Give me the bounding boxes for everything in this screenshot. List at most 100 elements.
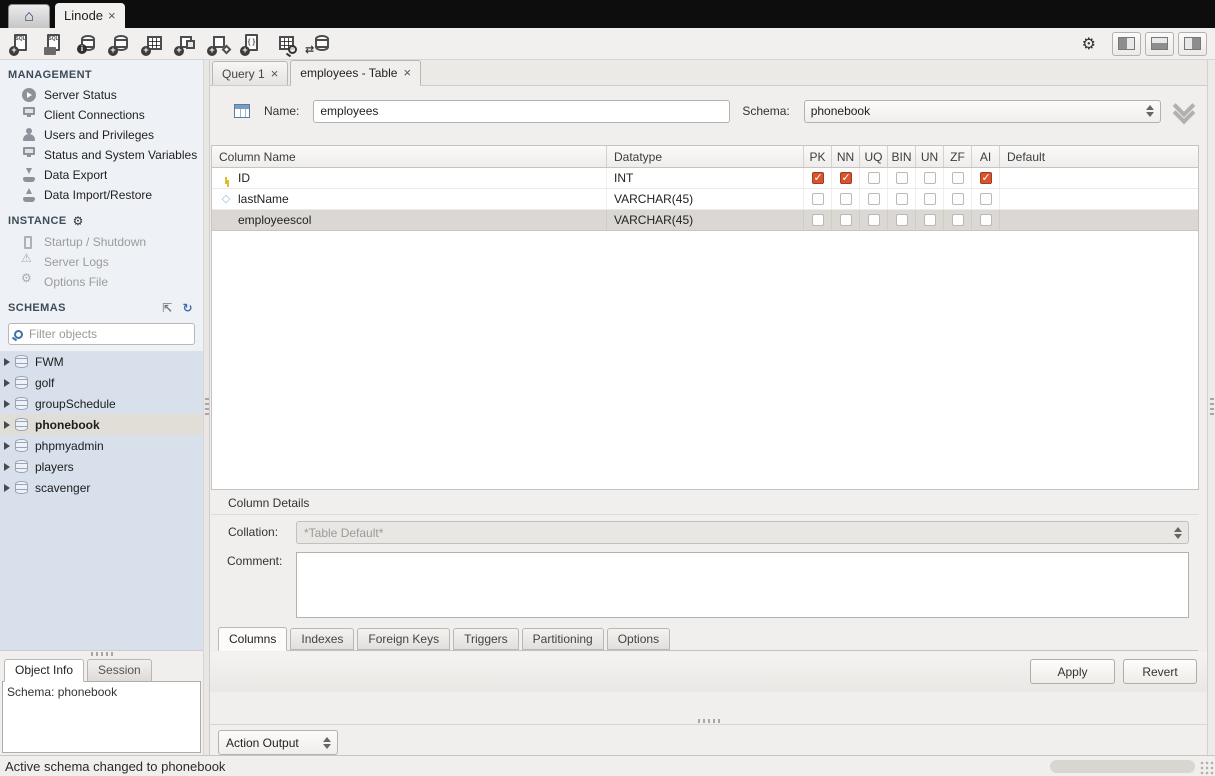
checkbox-nn[interactable] bbox=[840, 214, 852, 226]
checkbox-zf[interactable] bbox=[952, 172, 964, 184]
expander-icon[interactable] bbox=[4, 463, 10, 471]
col-header-default[interactable]: Default bbox=[1000, 146, 1198, 167]
checkbox-un[interactable] bbox=[924, 193, 936, 205]
subtab-options[interactable]: Options bbox=[607, 628, 670, 650]
schema-item-scavenger[interactable]: scavenger bbox=[0, 477, 203, 498]
horizontal-scrollbar-thumb[interactable] bbox=[1050, 760, 1195, 773]
expander-icon[interactable] bbox=[4, 379, 10, 387]
col-header-uq[interactable]: UQ bbox=[860, 146, 888, 167]
sidebar-item-options-file[interactable]: ⚙ Options File bbox=[0, 272, 203, 292]
default-cell[interactable] bbox=[1000, 189, 1198, 209]
checkbox-pk[interactable] bbox=[812, 193, 824, 205]
schema-item-players[interactable]: players bbox=[0, 456, 203, 477]
expander-icon[interactable] bbox=[4, 421, 10, 429]
sidebar-item-users-privileges[interactable]: Users and Privileges bbox=[0, 125, 203, 145]
subtab-triggers[interactable]: Triggers bbox=[453, 628, 519, 650]
column-row-id[interactable]: ID INT bbox=[212, 168, 1198, 189]
checkbox-pk[interactable] bbox=[812, 214, 824, 226]
sidebar-item-client-connections[interactable]: Client Connections bbox=[0, 105, 203, 125]
create-schema-icon[interactable] bbox=[107, 31, 133, 57]
toggle-left-panel-button[interactable] bbox=[1112, 32, 1141, 56]
col-header-bin[interactable]: BIN bbox=[888, 146, 916, 167]
col-header-zf[interactable]: ZF bbox=[944, 146, 972, 167]
tab-employees-table[interactable]: employees - Table × bbox=[290, 60, 421, 86]
checkbox-nn[interactable] bbox=[840, 172, 852, 184]
comment-textarea[interactable] bbox=[296, 552, 1189, 618]
checkbox-uq[interactable] bbox=[868, 172, 880, 184]
checkbox-bin[interactable] bbox=[896, 193, 908, 205]
schema-item-phonebook[interactable]: phonebook bbox=[0, 414, 203, 435]
open-sql-script-icon[interactable] bbox=[41, 31, 67, 57]
close-icon[interactable]: × bbox=[403, 67, 411, 79]
col-header-un[interactable]: UN bbox=[916, 146, 944, 167]
sidebar-item-data-import[interactable]: Data Import/Restore bbox=[0, 185, 203, 205]
sidebar-item-server-status[interactable]: Server Status bbox=[0, 85, 203, 105]
column-row-lastname[interactable]: ◇ lastName VARCHAR(45) bbox=[212, 189, 1198, 210]
sidebar-main-splitter[interactable] bbox=[203, 60, 210, 755]
search-table-data-icon[interactable] bbox=[272, 31, 298, 57]
col-header-datatype[interactable]: Datatype bbox=[607, 146, 804, 167]
checkbox-bin[interactable] bbox=[896, 214, 908, 226]
resize-grip[interactable] bbox=[1200, 761, 1214, 775]
schema-filter-input[interactable] bbox=[29, 327, 189, 341]
close-icon[interactable]: × bbox=[108, 10, 116, 22]
toggle-bottom-panel-button[interactable] bbox=[1145, 32, 1174, 56]
schema-item-golf[interactable]: golf bbox=[0, 372, 203, 393]
schema-item-phpmyadmin[interactable]: phpmyadmin bbox=[0, 435, 203, 456]
collation-select[interactable]: *Table Default* bbox=[296, 521, 1189, 544]
create-stored-procedure-icon[interactable] bbox=[206, 31, 232, 57]
create-table-icon[interactable] bbox=[140, 31, 166, 57]
output-type-select[interactable]: Action Output bbox=[218, 730, 338, 755]
reconnect-dbms-icon[interactable]: ⇄ bbox=[305, 31, 331, 57]
tab-object-info[interactable]: Object Info bbox=[4, 659, 84, 682]
expander-icon[interactable] bbox=[4, 400, 10, 408]
sidebar-item-status-system-variables[interactable]: Status and System Variables bbox=[0, 145, 203, 165]
checkbox-nn[interactable] bbox=[840, 193, 852, 205]
col-header-ai[interactable]: AI bbox=[972, 146, 1000, 167]
schema-select[interactable]: phonebook bbox=[804, 100, 1161, 123]
tab-session[interactable]: Session bbox=[87, 659, 152, 682]
close-icon[interactable]: × bbox=[271, 68, 279, 80]
subtab-foreign-keys[interactable]: Foreign Keys bbox=[357, 628, 450, 650]
default-cell[interactable] bbox=[1000, 210, 1198, 230]
checkbox-uq[interactable] bbox=[868, 214, 880, 226]
apply-button[interactable]: Apply bbox=[1030, 659, 1115, 684]
sidebar-item-startup-shutdown[interactable]: Startup / Shutdown bbox=[0, 232, 203, 252]
connection-tab-linode[interactable]: Linode × bbox=[55, 3, 125, 28]
checkbox-ai[interactable] bbox=[980, 172, 992, 184]
expander-icon[interactable] bbox=[4, 358, 10, 366]
refresh-schemas-icon[interactable]: ↻ bbox=[183, 301, 193, 315]
expand-panel-icon[interactable]: ⇱ bbox=[162, 301, 172, 315]
checkbox-ai[interactable] bbox=[980, 193, 992, 205]
expand-editor-chevron-icon[interactable] bbox=[1173, 101, 1195, 121]
sidebar-item-server-logs[interactable]: ⚠ Server Logs bbox=[0, 252, 203, 272]
schema-item-groupschedule[interactable]: groupSchedule bbox=[0, 393, 203, 414]
checkbox-zf[interactable] bbox=[952, 214, 964, 226]
table-name-input[interactable] bbox=[313, 100, 730, 123]
col-header-pk[interactable]: PK bbox=[804, 146, 832, 167]
checkbox-pk[interactable] bbox=[812, 172, 824, 184]
toggle-right-panel-button[interactable] bbox=[1178, 32, 1207, 56]
sidebar-item-data-export[interactable]: Data Export bbox=[0, 165, 203, 185]
tab-query-1[interactable]: Query 1 × bbox=[212, 61, 288, 85]
column-row-employeescol[interactable]: employeescol VARCHAR(45) bbox=[212, 210, 1198, 231]
right-panel-splitter[interactable] bbox=[1207, 60, 1215, 755]
checkbox-bin[interactable] bbox=[896, 172, 908, 184]
checkbox-zf[interactable] bbox=[952, 193, 964, 205]
default-cell[interactable] bbox=[1000, 168, 1198, 188]
create-function-icon[interactable] bbox=[239, 31, 265, 57]
expander-icon[interactable] bbox=[4, 484, 10, 492]
col-header-column-name[interactable]: Column Name bbox=[212, 146, 607, 167]
home-tab[interactable]: ⌂ bbox=[8, 4, 50, 28]
schema-inspector-icon[interactable] bbox=[74, 31, 100, 57]
expander-icon[interactable] bbox=[4, 442, 10, 450]
subtab-indexes[interactable]: Indexes bbox=[290, 628, 354, 650]
checkbox-ai[interactable] bbox=[980, 214, 992, 226]
col-header-nn[interactable]: NN bbox=[832, 146, 860, 167]
create-view-icon[interactable] bbox=[173, 31, 199, 57]
subtab-columns[interactable]: Columns bbox=[218, 627, 287, 651]
schema-item-fwm[interactable]: FWM bbox=[0, 351, 203, 372]
notifications-icon[interactable]: ⚙ bbox=[1082, 34, 1096, 54]
new-query-tab-icon[interactable] bbox=[8, 31, 34, 57]
checkbox-un[interactable] bbox=[924, 214, 936, 226]
